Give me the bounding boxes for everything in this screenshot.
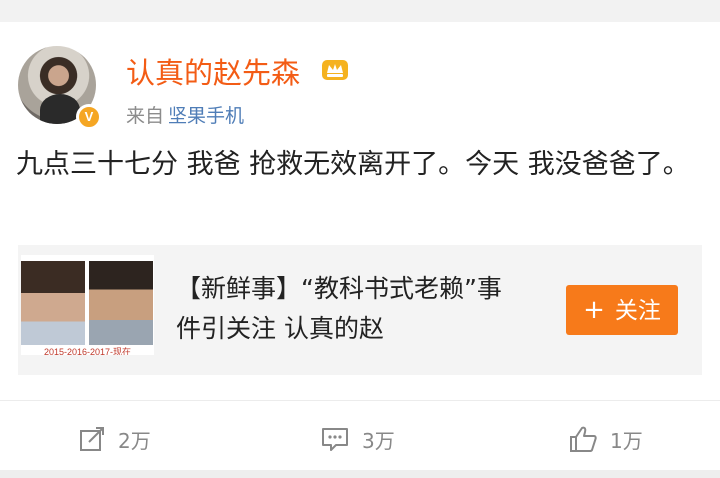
post-header: V 认真的赵先森 来自 坚果手机 — [18, 44, 708, 134]
top-divider — [0, 0, 720, 22]
follow-label: 关注 — [614, 298, 661, 324]
link-card[interactable]: 2015-2016-2017-现在 【新鲜事】“教科书式老赖”事件引关注 认真的… — [18, 245, 702, 375]
like-button[interactable]: 1万 — [568, 421, 643, 457]
thumbnail-caption: 2015-2016-2017-现在 — [43, 347, 132, 355]
username[interactable]: 认真的赵先森 — [126, 50, 300, 92]
card-thumbnail: 2015-2016-2017-现在 — [21, 255, 154, 355]
plus-icon: + — [583, 295, 605, 325]
action-bar: 2万 3万 1万 — [0, 400, 720, 478]
like-count: 1万 — [610, 428, 643, 453]
thumbnail-photo-right — [89, 261, 153, 345]
comment-count: 3万 — [362, 428, 395, 453]
source-device-link[interactable]: 坚果手机 — [168, 105, 244, 127]
follow-button[interactable]: + 关注 — [566, 285, 678, 335]
repost-count: 2万 — [118, 428, 151, 453]
verified-badge: V — [76, 104, 102, 130]
post-text: 九点三十七分 我爸 抢救无效离开了。今天 我没爸爸了。 — [16, 149, 690, 180]
crown-icon — [322, 60, 348, 80]
post-source: 来自 坚果手机 — [126, 101, 244, 128]
repost-button[interactable]: 2万 — [78, 421, 151, 457]
repost-icon — [80, 427, 104, 451]
comment-button[interactable]: 3万 — [320, 421, 395, 457]
card-title[interactable]: 【新鲜事】“教科书式老赖”事件引关注 认真的赵 — [176, 269, 516, 349]
comment-icon — [322, 428, 348, 451]
source-prefix: 来自 — [126, 105, 165, 127]
like-icon — [570, 426, 597, 452]
thumbnail-photo-left — [21, 261, 85, 345]
bottom-divider — [0, 470, 720, 478]
